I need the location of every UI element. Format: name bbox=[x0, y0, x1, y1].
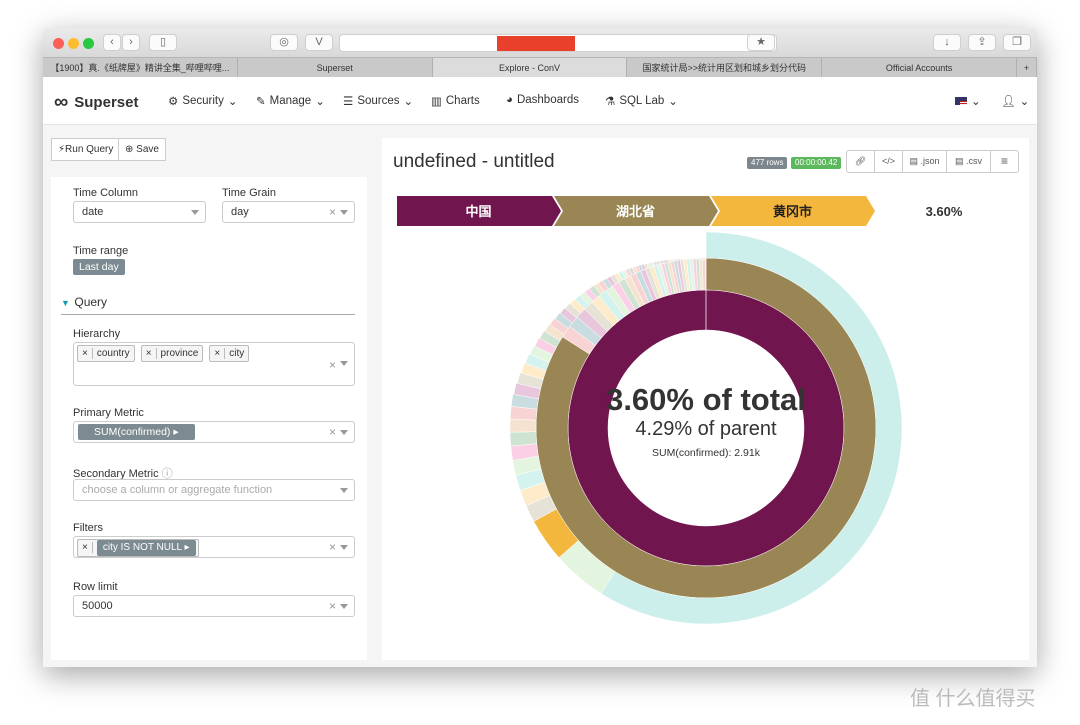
arc-city[interactable] bbox=[692, 258, 695, 260]
arc-city[interactable] bbox=[509, 431, 537, 447]
arc-city[interactable] bbox=[509, 418, 537, 433]
watermark: 值 什么值得买 bbox=[910, 688, 1036, 710]
arc-city[interactable] bbox=[703, 257, 706, 260]
arc-city[interactable] bbox=[696, 257, 700, 260]
sunburst-chart: 中国 湖北省 黄冈市 3.60% 3.60% of total 4.29% of p… bbox=[397, 196, 963, 625]
percent-of-total: 3.60% of total bbox=[606, 382, 806, 417]
arc-city[interactable] bbox=[694, 257, 698, 260]
metric-value: SUM(confirmed): 2.91k bbox=[652, 447, 761, 459]
breadcrumb-label: 湖北省 bbox=[616, 204, 655, 219]
arc-province[interactable] bbox=[702, 257, 706, 291]
breadcrumb: 中国 湖北省 黄冈市 bbox=[397, 196, 875, 226]
arc-city[interactable] bbox=[685, 258, 689, 260]
arc-city[interactable] bbox=[700, 257, 704, 260]
breadcrumb-label: 中国 bbox=[465, 204, 491, 219]
breadcrumb-percent: 3.60% bbox=[926, 204, 963, 219]
percent-of-parent: 4.29% of parent bbox=[635, 418, 777, 440]
breadcrumb-label: 黄冈市 bbox=[773, 204, 812, 219]
arc-city[interactable] bbox=[680, 258, 684, 261]
arc-city[interactable] bbox=[683, 258, 686, 260]
arc-city[interactable] bbox=[698, 257, 702, 260]
